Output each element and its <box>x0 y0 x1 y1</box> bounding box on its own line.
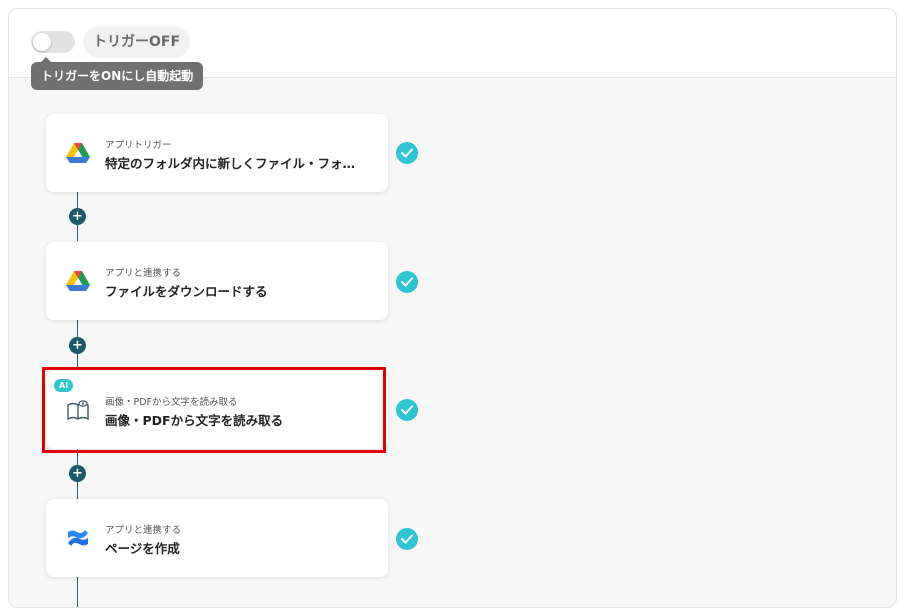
trigger-status-label: トリガーOFF <box>83 26 191 58</box>
step-caption: アプリトリガー <box>105 140 172 151</box>
flow-step-card[interactable]: アプリと連携する ファイルをダウンロードする <box>46 242 388 320</box>
add-step-button[interactable]: + <box>69 465 86 482</box>
step-caption: アプリと連携する <box>105 525 182 536</box>
flow-step-card[interactable]: アプリと連携する ページを作成 <box>46 499 388 577</box>
flow-panel: トリガーOFF トリガーをONにし自動起動 + + + アプリトリガー 特定のフ… <box>8 8 897 608</box>
toggle-knob <box>33 33 51 51</box>
step-title: ファイルをダウンロードする <box>105 284 268 299</box>
confluence-icon <box>68 530 88 546</box>
step-title: ページを作成 <box>105 541 180 556</box>
flow-step-card[interactable]: AI 画像・PDFから文字を読み取る 画像・PDFから文字を読み取る <box>46 371 388 449</box>
step-complete-check <box>396 399 418 421</box>
trigger-toggle[interactable] <box>31 31 75 53</box>
step-complete-check <box>396 271 418 293</box>
plus-icon: + <box>72 466 83 481</box>
add-step-button[interactable]: + <box>69 208 86 225</box>
check-icon <box>401 534 413 544</box>
check-icon <box>401 277 413 287</box>
google-drive-icon <box>66 271 90 291</box>
tooltip-text: トリガーをONにし自動起動 <box>41 69 194 83</box>
plus-icon: + <box>72 209 83 224</box>
plus-icon: + <box>72 338 83 353</box>
tooltip-arrow <box>41 57 51 62</box>
trigger-tooltip: トリガーをONにし自動起動 <box>31 57 204 90</box>
step-complete-check <box>396 142 418 164</box>
check-icon <box>401 148 413 158</box>
ocr-book-icon <box>67 400 89 421</box>
step-title: 画像・PDFから文字を読み取る <box>105 413 284 428</box>
add-step-button[interactable]: + <box>69 337 86 354</box>
connector-line <box>77 577 78 607</box>
check-icon <box>401 405 413 415</box>
step-caption: アプリと連携する <box>105 268 182 279</box>
ai-badge: AI <box>54 379 74 392</box>
step-title: 特定のフォルダ内に新しくファイル・フォ… <box>105 156 356 171</box>
step-caption: 画像・PDFから文字を読み取る <box>105 397 238 408</box>
flow-step-card[interactable]: アプリトリガー 特定のフォルダ内に新しくファイル・フォ… <box>46 114 388 192</box>
step-complete-check <box>396 528 418 550</box>
google-drive-icon <box>66 143 90 163</box>
